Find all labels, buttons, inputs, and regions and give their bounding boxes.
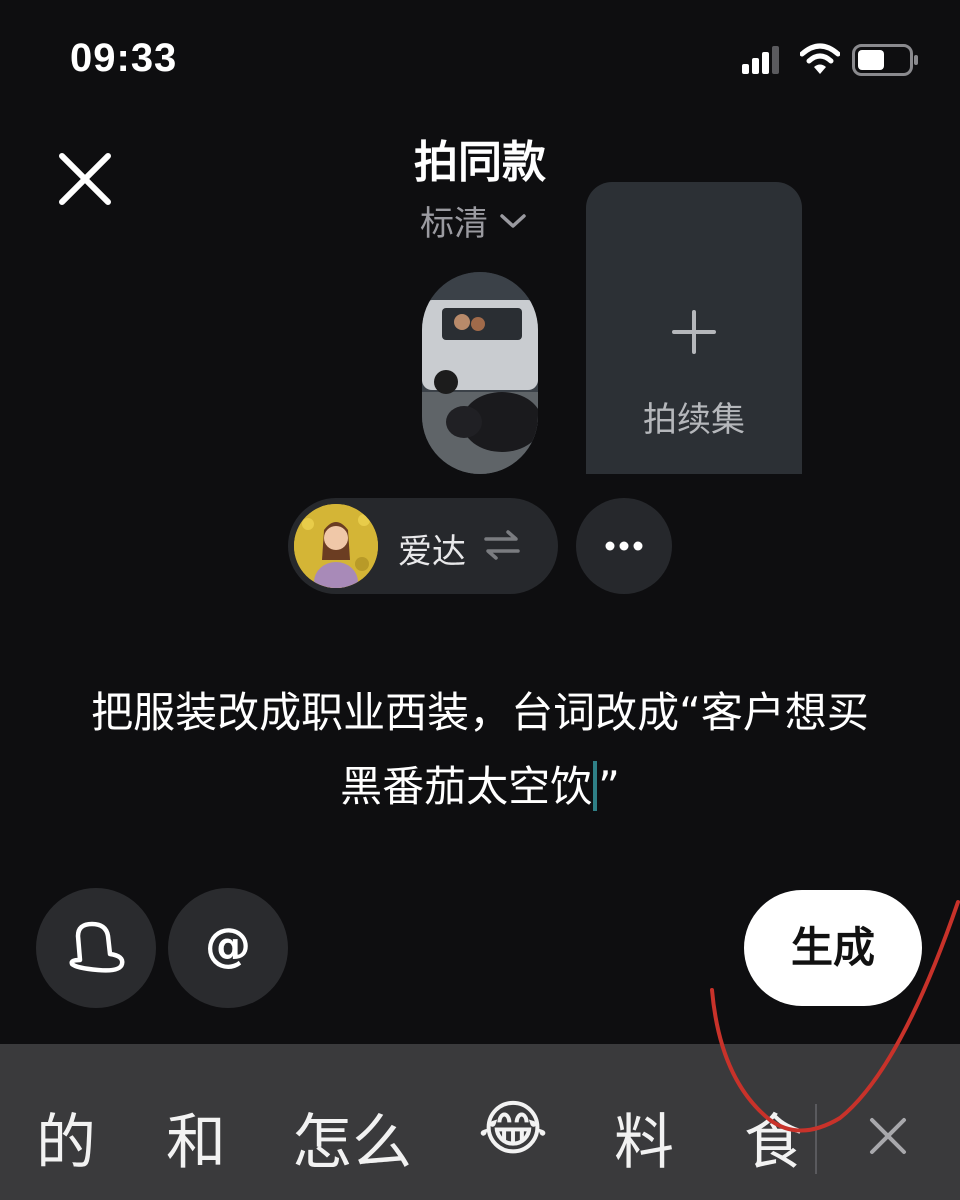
status-time: 09:33 bbox=[70, 36, 178, 80]
plus-icon bbox=[672, 310, 716, 354]
character-selector[interactable]: 爱达 bbox=[288, 498, 558, 594]
suggestion-item[interactable]: 怎么 bbox=[292, 1094, 412, 1181]
quality-selector[interactable]: 标清 bbox=[420, 196, 528, 245]
character-name: 爱达 bbox=[398, 532, 466, 572]
mention-button[interactable]: @ bbox=[168, 888, 288, 1008]
suggestion-item[interactable]: 料 bbox=[614, 1094, 674, 1181]
chevron-down-icon bbox=[500, 213, 526, 228]
prompt-text-before-cursor: 黑番茄太空饮 bbox=[340, 762, 593, 811]
quality-label: 标清 bbox=[420, 204, 488, 244]
shoot-sequel-label: 拍续集 bbox=[643, 400, 745, 440]
hat-icon bbox=[69, 921, 125, 973]
close-icon bbox=[870, 1118, 906, 1154]
suggestion-item[interactable]: 和 bbox=[166, 1094, 226, 1181]
generate-button[interactable]: 生成 bbox=[744, 890, 922, 1006]
character-hat-button[interactable] bbox=[36, 888, 156, 1008]
prompt-text-after-cursor: ” bbox=[598, 762, 620, 811]
keyboard-suggestion-bar: 的 和 怎么 😂 料 食 bbox=[0, 1044, 960, 1200]
suggestion-item[interactable]: 食 bbox=[744, 1094, 804, 1181]
prompt-input[interactable]: 把服装改成职业西装，台词改成“客户想买 黑番茄太空饮” bbox=[40, 676, 920, 824]
prompt-line-1: 把服装改成职业西装，台词改成“客户想买 bbox=[91, 688, 869, 737]
suggestion-emoji[interactable]: 😂 bbox=[478, 1094, 548, 1164]
more-dots-icon bbox=[605, 541, 643, 551]
video-frame-image bbox=[422, 272, 538, 474]
character-avatar-image bbox=[294, 504, 378, 588]
cellular-signal-icon bbox=[742, 46, 779, 74]
more-options-button[interactable] bbox=[576, 498, 672, 594]
swap-arrows-icon bbox=[484, 530, 520, 560]
battery-icon bbox=[852, 44, 918, 76]
dismiss-suggestions-button[interactable] bbox=[868, 1116, 908, 1156]
text-cursor bbox=[593, 761, 598, 811]
wifi-icon bbox=[800, 43, 840, 74]
divider bbox=[815, 1104, 817, 1174]
avatar bbox=[294, 504, 378, 588]
suggestion-item[interactable]: 的 bbox=[36, 1094, 96, 1181]
prompt-line-2: 黑番茄太空饮” bbox=[40, 750, 920, 824]
at-sign-icon: @ bbox=[205, 918, 251, 972]
source-video-thumbnail[interactable] bbox=[422, 272, 538, 474]
shoot-sequel-card[interactable]: 拍续集 bbox=[586, 182, 802, 474]
page-title: 拍同款 bbox=[414, 137, 546, 188]
